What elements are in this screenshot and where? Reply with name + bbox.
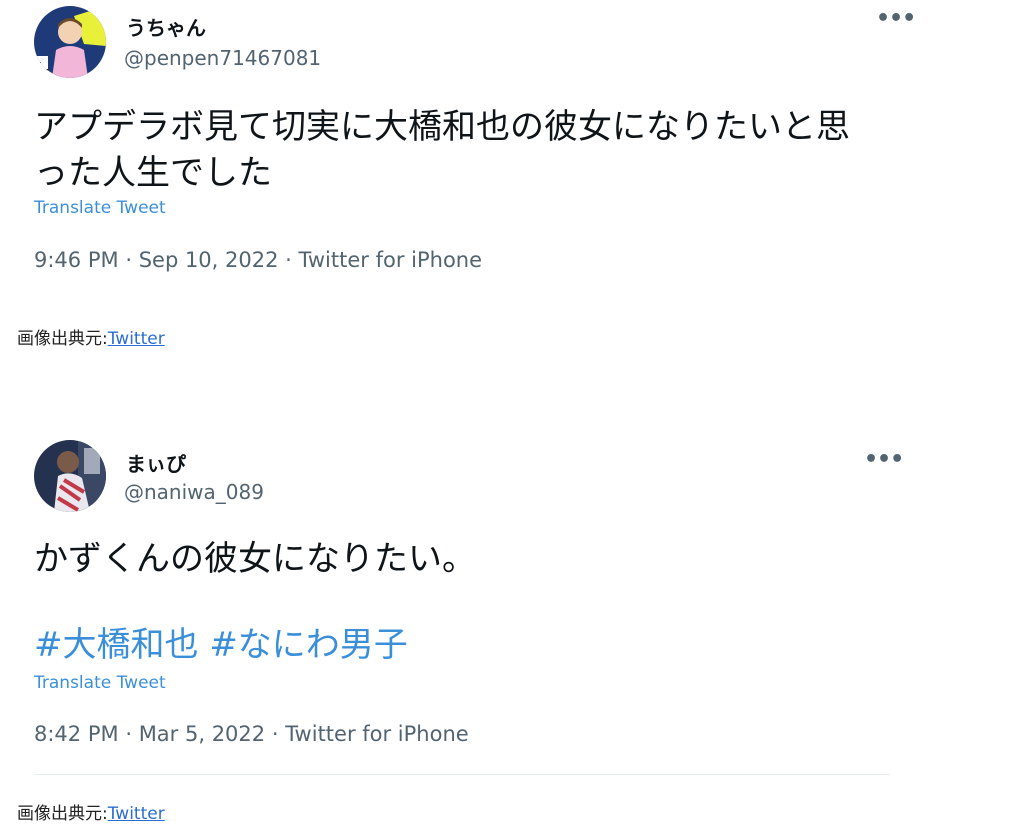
display-name[interactable]: まぃぴ <box>126 448 186 477</box>
meta-separator: · <box>271 722 279 746</box>
tweet-client[interactable]: Twitter for iPhone <box>285 722 469 746</box>
tweet-time[interactable]: 8:42 PM <box>34 722 119 746</box>
handle[interactable]: @naniwa_089 <box>124 480 264 504</box>
tweet-text: かずくんの彼女になりたい。 <box>34 536 476 582</box>
meta-separator: · <box>125 722 132 746</box>
translate-tweet-link[interactable]: Translate Tweet <box>34 198 166 218</box>
meta-separator: · <box>125 248 132 272</box>
more-icon[interactable]: ••• <box>864 449 904 471</box>
image-source: 画像出典元:Twitter <box>17 324 165 349</box>
avatar-image <box>34 440 106 512</box>
image-source-link[interactable]: Twitter <box>108 804 165 824</box>
handle[interactable]: @penpen71467081 <box>124 46 321 70</box>
hashtag-link[interactable]: #なにわ男子 <box>209 625 408 665</box>
image-source-link[interactable]: Twitter <box>108 329 165 349</box>
image-source-label: 画像出典元: <box>17 329 108 349</box>
translate-tweet-link[interactable]: Translate Tweet <box>34 673 166 693</box>
tweet-client[interactable]: Twitter for iPhone <box>299 248 483 272</box>
tweet-meta: 8:42 PM · Mar 5, 2022 · Twitter for iPho… <box>34 722 469 746</box>
divider <box>34 774 890 775</box>
image-source: 画像出典元:Twitter <box>17 799 165 824</box>
tweet-text: アプデラボ見て切実に大橋和也の彼女になりたいと思 った人生でした <box>34 104 850 196</box>
avatar[interactable] <box>34 6 106 78</box>
more-icon[interactable]: ••• <box>876 8 916 30</box>
tweet-date[interactable]: Mar 5, 2022 <box>139 722 265 746</box>
tweet-text-line: かずくんの彼女になりたい。 <box>34 539 476 579</box>
display-name[interactable]: うちゃん <box>126 12 206 41</box>
tweet-text-line: アプデラボ見て切実に大橋和也の彼女になりたいと思 <box>34 107 850 147</box>
tweet-date[interactable]: Sep 10, 2022 <box>139 248 279 272</box>
image-source-label: 画像出典元: <box>17 804 108 824</box>
avatar[interactable] <box>34 440 106 512</box>
tweet-time[interactable]: 9:46 PM <box>34 248 119 272</box>
hashtags: #大橋和也 #なにわ男子 <box>34 622 408 668</box>
meta-separator: · <box>285 248 292 272</box>
tweet-meta: 9:46 PM · Sep 10, 2022 · Twitter for iPh… <box>34 248 482 272</box>
hashtag-link[interactable]: #大橋和也 <box>34 625 199 665</box>
tweet-text-line: った人生でした <box>34 153 272 193</box>
avatar-image <box>34 6 106 78</box>
